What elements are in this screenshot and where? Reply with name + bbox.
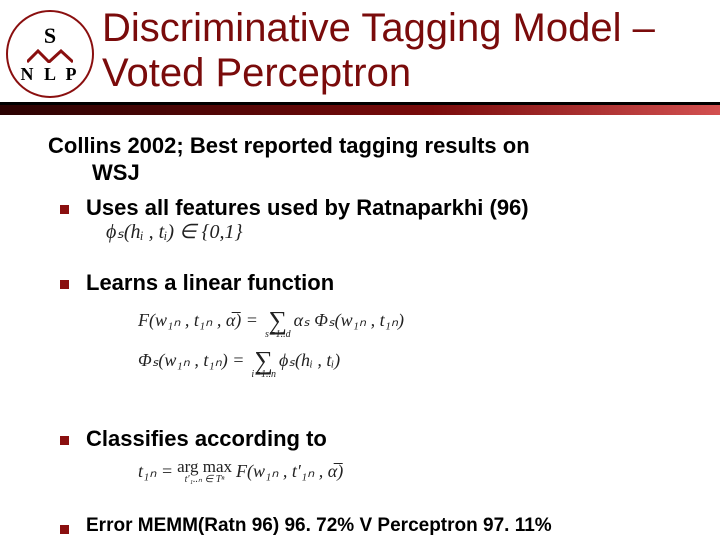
stanford-nlp-logo: S N L P xyxy=(6,10,94,98)
bullet-features-formula: ϕₛ(hᵢ , tᵢ) ∈ {0,1} xyxy=(86,221,680,244)
learns-equations: F(w₁ₙ , t₁ₙ , α̅) = ∑ s=1..d αₛ Φₛ(w₁ₙ ,… xyxy=(86,302,680,380)
equation-F: F(w₁ₙ , t₁ₙ , α̅) = ∑ s=1..d αₛ Φₛ(w₁ₙ ,… xyxy=(138,302,680,340)
lead-line1: Collins 2002; Best reported tagging resu… xyxy=(48,133,530,158)
bullet-classifies-text: Classifies according to xyxy=(86,426,680,452)
logo-acronym: N L P xyxy=(20,65,79,83)
slide-body: Collins 2002; Best reported tagging resu… xyxy=(0,115,720,537)
logo-mountains-icon xyxy=(27,49,73,63)
argmax-operator: arg max t′₁..ₙ ∈ Tⁿ xyxy=(177,458,232,485)
sigma-icon: ∑ s=1..d xyxy=(265,302,291,340)
bullet-error: Error MEMM(Ratn 96) 96. 72% V Perceptron… xyxy=(48,515,680,537)
sigma-icon: ∑ i=1..n xyxy=(251,342,276,380)
error-value-memm: 96. 72% xyxy=(284,515,354,536)
bullet-list: Uses all features used by Ratnaparkhi (9… xyxy=(48,195,680,537)
logo-letter: S xyxy=(44,25,56,47)
bullet-learns: Learns a linear function F(w₁ₙ , t₁ₙ , α… xyxy=(48,270,680,380)
slide-title: Discriminative Tagging Model – Voted Per… xyxy=(94,6,710,96)
error-value-vp: 97. 11% xyxy=(483,515,552,536)
bullet-features-text: Uses all features used by Ratnaparkhi (9… xyxy=(86,195,680,221)
error-pre: Error MEMM(Ratn 96) xyxy=(86,515,284,536)
equation-Phi: Φₛ(w₁ₙ , t₁ₙ) = ∑ i=1..n ϕₛ(hᵢ , tᵢ) xyxy=(138,342,680,380)
equation-argmax: t₁ₙ = arg max t′₁..ₙ ∈ Tⁿ F(w₁ₙ , t′₁ₙ ,… xyxy=(138,458,680,485)
bullet-features: Uses all features used by Ratnaparkhi (9… xyxy=(48,195,680,244)
slide-header: S N L P Discriminative Tagging Model – V… xyxy=(0,0,720,98)
bullet-learns-text: Learns a linear function xyxy=(86,270,680,296)
lead-text: Collins 2002; Best reported tagging resu… xyxy=(48,133,680,187)
bullet-classifies: Classifies according to t₁ₙ = arg max t′… xyxy=(48,426,680,485)
error-mid: V Perceptron xyxy=(354,515,483,536)
lead-line2: WSJ xyxy=(48,160,680,187)
classify-equation: t₁ₙ = arg max t′₁..ₙ ∈ Tⁿ F(w₁ₙ , t′₁ₙ ,… xyxy=(86,458,680,485)
title-underline xyxy=(0,102,720,115)
